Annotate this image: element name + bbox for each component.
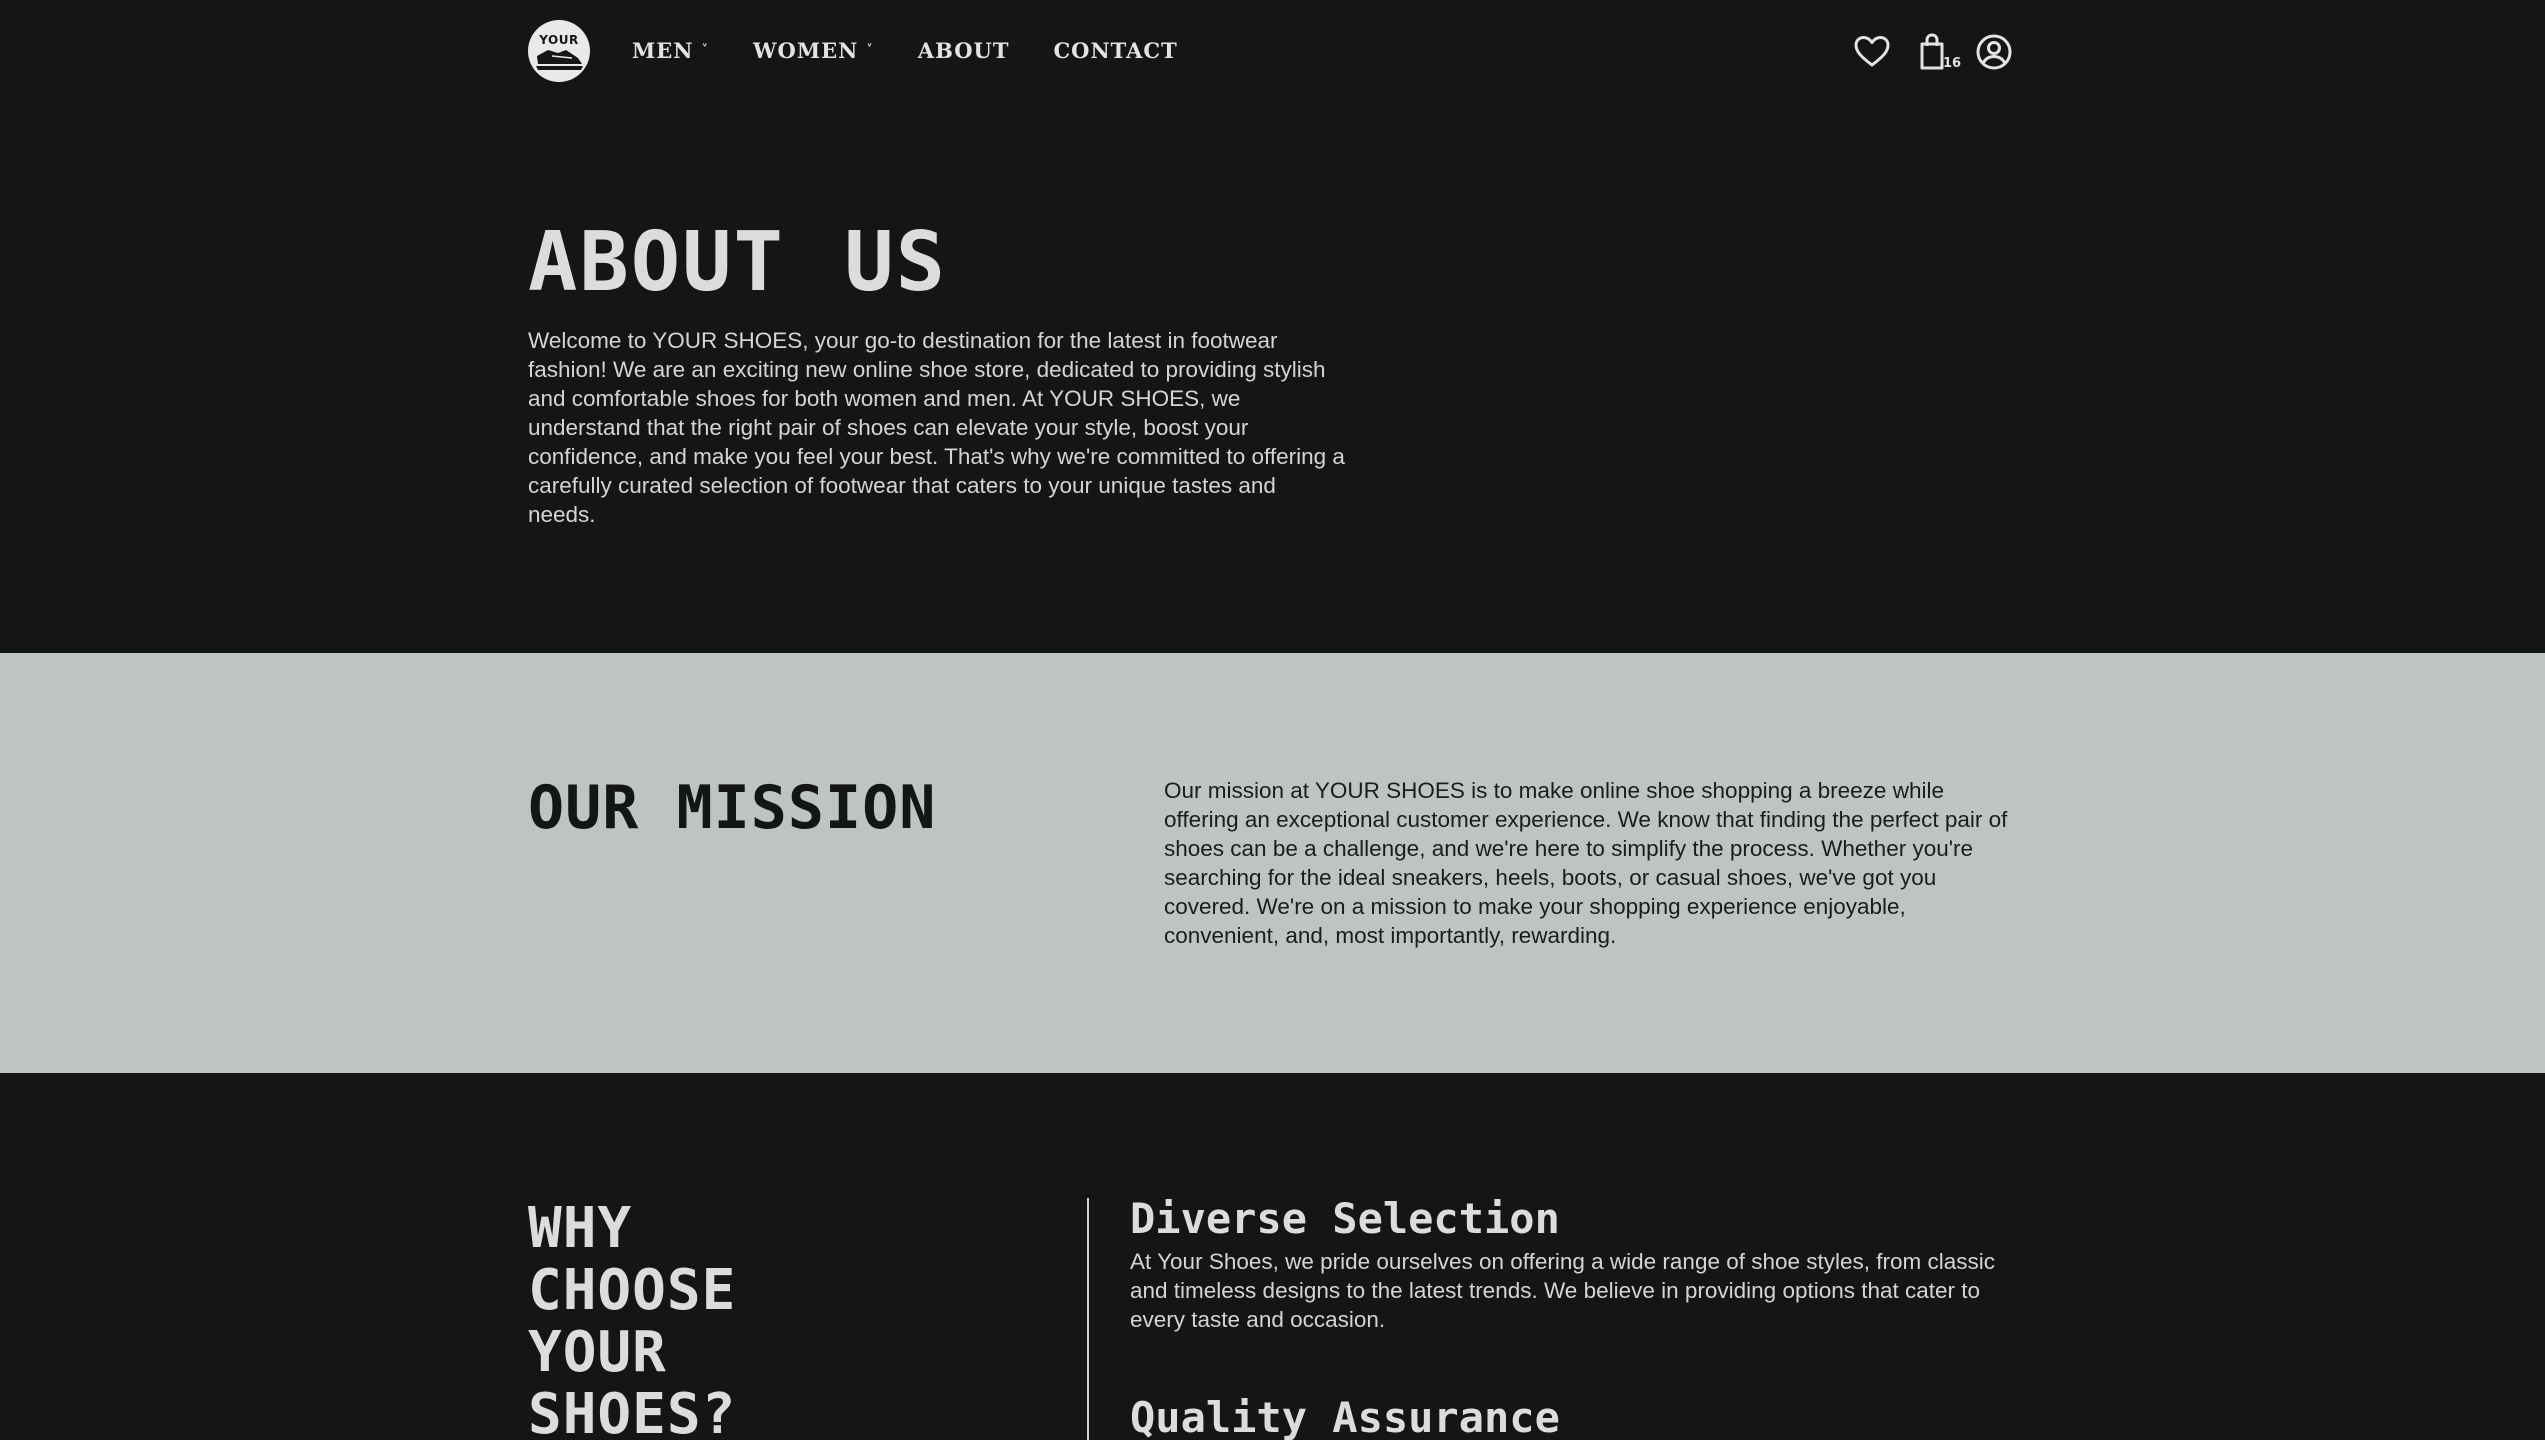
chevron-down-icon: ˅ [866,43,874,58]
why-title-line: YOUR [528,1320,667,1385]
feature-text-diverse-selection: At Your Shoes, we pride ourselves on off… [1130,1249,1996,1332]
brand-logo[interactable]: YOUR [528,20,590,82]
mission-section: OUR MISSION Our mission at YOUR SHOES is… [0,653,2545,1073]
why-title-line: WHY [528,1196,633,1261]
vertical-divider [1087,1198,1089,1440]
header-actions: 16 [1852,32,2014,72]
nav-women[interactable]: WOMEN ˅ [753,38,874,63]
why-title-line: SHOES? [528,1382,737,1440]
cart-button[interactable]: 16 [1914,32,1961,72]
nav-women-label: WOMEN [752,38,859,63]
nav-men-label: MEN [632,38,694,63]
cart-count-badge: 16 [1943,56,1962,71]
main-nav: MEN ˅ WOMEN ˅ ABOUT CONTACT [632,38,1222,63]
about-text: Welcome to YOUR SHOES, your go-to destin… [528,328,1345,527]
mission-text: Our mission at YOUR SHOES is to make onl… [1164,778,2008,948]
nav-about[interactable]: ABOUT [918,38,1010,63]
wishlist-button[interactable] [1852,32,1892,72]
shoe-logo-icon [536,50,583,70]
why-title-line: CHOOSE [528,1258,737,1323]
heart-icon [1854,36,1890,67]
nav-men[interactable]: MEN ˅ [632,38,709,63]
chevron-down-icon: ˅ [701,43,709,58]
nav-contact[interactable]: CONTACT [1053,38,1177,63]
nav-contact-label: CONTACT [1053,38,1178,63]
site-header: YOUR MEN ˅ WOMEN ˅ ABOUT CONTACT 16 [0,0,2545,104]
user-icon [1976,34,2012,70]
account-button[interactable] [1974,32,2014,72]
why-title: WHY CHOOSE YOUR SHOES? [528,1198,736,1440]
feature-title-diverse-selection: Diverse Selection [1130,1194,1560,1243]
mission-title: OUR MISSION [528,773,937,843]
feature-title-quality-assurance: Quality Assurance [1130,1393,1560,1440]
nav-about-label: ABOUT [917,38,1010,63]
about-title: ABOUT US [528,215,947,310]
